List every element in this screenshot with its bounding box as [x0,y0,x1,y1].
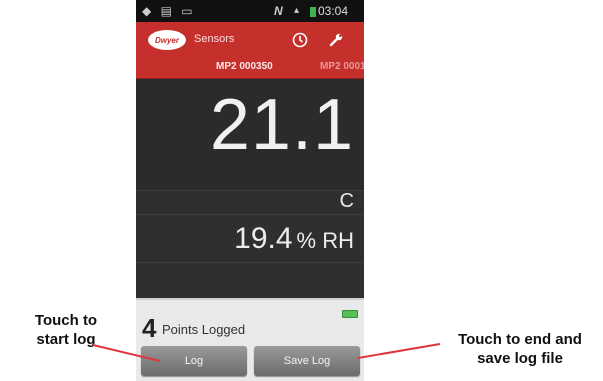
clock-icon[interactable] [290,30,310,50]
phone-screen: ◆ ▤ ▭ N ▴ 03:04 Dwyer Sensors MP2 000350… [136,0,364,381]
brand-logo: Dwyer [148,30,186,50]
temperature-panel: 21.1 [136,79,364,191]
battery-icon [342,310,358,318]
callout-line: save log file [477,350,563,367]
divider [136,298,364,300]
humidity-unit: % RH [296,228,354,253]
signal-icon: ▴ [294,5,300,16]
save-log-button[interactable]: Save Log [254,346,360,376]
points-label: Points Logged [162,322,246,337]
app-header: Dwyer Sensors [136,22,364,58]
logo-text: Dwyer [154,35,179,45]
callout-line: start log [36,331,96,348]
arrow-to-save-log-button [357,343,441,359]
callout-save-log: Touch to end and save log file [440,330,600,368]
nfc-icon: N [274,4,283,18]
sensor-tabs: MP2 000350 MP2 000198 [136,58,364,79]
humidity-reading: 19.4% RH [234,222,354,256]
status-bar: ◆ ▤ ▭ N ▴ 03:04 [136,0,364,22]
divider [136,262,364,263]
callout-line: Touch to [34,312,98,329]
app-title: Sensors [194,33,235,45]
callout-line: Touch to end and [458,331,582,348]
log-button[interactable]: Log [141,346,247,376]
humidity-value: 19.4 [234,222,293,255]
status-icons: ◆ ▤ ▭ [142,4,196,18]
wrench-icon[interactable] [326,30,346,50]
callout-start-log: Touch to start log [14,311,118,349]
temperature-unit: C [339,190,354,212]
divider [136,214,364,215]
status-time: 03:04 [318,4,349,18]
tab-sensor-active[interactable]: MP2 000350 [216,61,273,72]
tab-sensor-next[interactable]: MP2 000198 [320,61,364,72]
points-count: 4 [142,313,157,343]
battery-status-icon [310,7,316,17]
log-panel: 4 Points Logged Log Save Log [136,298,364,381]
temperature-value: 21.1 [209,85,354,165]
